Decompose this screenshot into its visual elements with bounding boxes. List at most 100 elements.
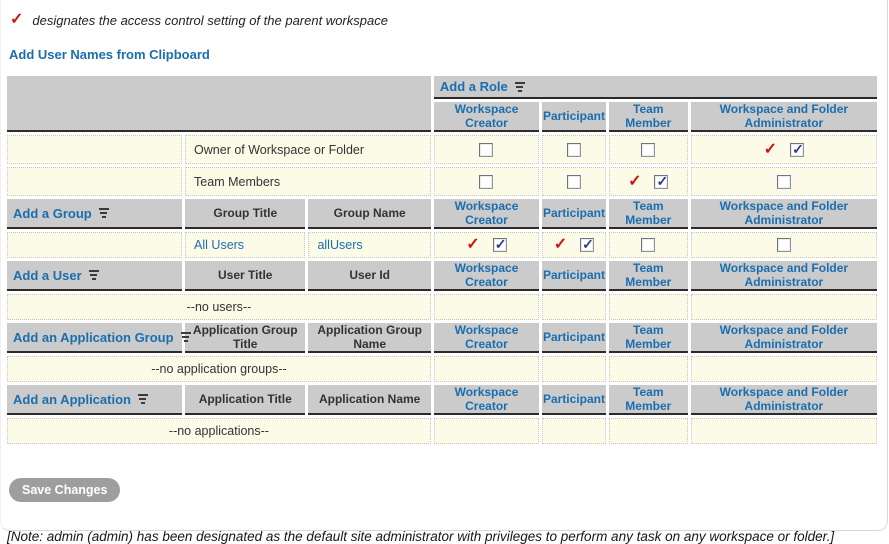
owner-team-member-checkbox[interactable] [641,143,655,157]
add-role-button[interactable]: Add a Role [434,79,877,94]
group-title-link[interactable]: All Users [185,232,305,258]
empty-cell [434,294,539,320]
column-header-team-member[interactable]: Team Member [609,261,688,291]
column-header-team-member[interactable]: Team Member [609,199,688,229]
owner-workspace-creator-cell [434,135,539,164]
add-user-label: Add a User [13,268,82,283]
empty-cell [691,356,877,382]
empty-cell [609,356,688,382]
add-user-button[interactable]: Add a User [7,268,182,283]
all-users-row: All Users allUsers ✓ ✓ [7,232,877,258]
column-header-workspace-folder-admin[interactable]: Workspace and Folder Administrator [691,323,877,353]
empty-cell [434,356,539,382]
column-header-participant[interactable]: Participant [542,102,606,132]
parent-check-icon: ✓ [466,237,479,253]
column-header-team-member[interactable]: Team Member [609,102,688,132]
team-participant-cell [542,167,606,196]
column-header-workspace-folder-admin[interactable]: Workspace and Folder Administrator [691,199,877,229]
no-app-groups-row: --no application groups-- [7,356,877,382]
column-header-team-member[interactable]: Team Member [609,323,688,353]
app-group-title-header: Application Group Title [185,323,305,353]
no-applications-row: --no applications-- [7,418,877,444]
admin-note: [Note: admin (admin) has been designated… [7,529,887,544]
app-group-header-row: Add an Application Group Application Gro… [7,323,877,353]
owner-wf-admin-checkbox[interactable] [790,143,804,157]
allusers-participant-checkbox[interactable] [580,238,594,252]
no-users-text: --no users-- [7,294,431,320]
allusers-workspace-creator-cell: ✓ [434,232,539,258]
add-application-group-button[interactable]: Add an Application Group [7,330,182,345]
column-header-workspace-creator[interactable]: Workspace Creator [434,199,539,229]
add-application-group-label: Add an Application Group [13,330,174,345]
filter-icon [515,82,525,92]
allusers-workspace-creator-checkbox[interactable] [493,238,507,252]
parent-check-icon: ✓ [628,174,641,190]
group-name-header: Group Name [308,199,430,229]
column-header-workspace-creator[interactable]: Workspace Creator [434,323,539,353]
add-app-group-cell: Add an Application Group [7,323,182,353]
empty-cell [7,232,182,258]
owner-team-member-cell [609,135,688,164]
empty-cell [7,167,182,196]
role-header-row: Add a Role [7,76,877,99]
column-header-workspace-folder-admin[interactable]: Workspace and Folder Administrator [691,102,877,132]
add-group-label: Add a Group [13,206,92,221]
save-changes-button[interactable]: Save Changes [9,478,120,502]
column-header-workspace-creator[interactable]: Workspace Creator [434,102,539,132]
column-header-participant[interactable]: Participant [542,199,606,229]
column-header-workspace-creator[interactable]: Workspace Creator [434,261,539,291]
column-header-workspace-folder-admin[interactable]: Workspace and Folder Administrator [691,261,877,291]
team-wf-admin-cell [691,167,877,196]
team-members-row: Team Members ✓ [7,167,877,196]
add-application-button[interactable]: Add an Application [7,392,182,407]
no-application-groups-text: --no application groups-- [7,356,431,382]
empty-cell [434,418,539,444]
add-user-cell: Add a User [7,261,182,291]
user-id-header: User Id [308,261,430,291]
allusers-wf-admin-checkbox[interactable] [777,238,791,252]
allusers-team-member-cell [609,232,688,258]
owner-workspace-creator-checkbox[interactable] [479,143,493,157]
owner-participant-checkbox[interactable] [567,143,581,157]
no-applications-text: --no applications-- [7,418,431,444]
owner-wf-admin-cell: ✓ [691,135,877,164]
empty-cell [542,294,606,320]
parent-setting-legend: ✓ designates the access control setting … [1,0,887,28]
team-team-member-checkbox[interactable] [654,175,668,189]
column-header-workspace-folder-admin[interactable]: Workspace and Folder Administrator [691,385,877,415]
legend-text: designates the access control setting of… [32,13,388,28]
team-participant-checkbox[interactable] [567,175,581,189]
add-group-cell: Add a Group [7,199,182,229]
empty-cell [7,135,182,164]
allusers-team-member-checkbox[interactable] [641,238,655,252]
access-control-panel: ✓ designates the access control setting … [0,0,888,531]
filter-icon [181,332,191,342]
column-header-workspace-creator[interactable]: Workspace Creator [434,385,539,415]
column-header-participant[interactable]: Participant [542,385,606,415]
red-check-icon: ✓ [10,12,23,28]
application-name-header: Application Name [308,385,430,415]
owner-participant-cell [542,135,606,164]
empty-cell [542,356,606,382]
add-user-names-from-clipboard-link[interactable]: Add User Names from Clipboard [9,47,210,62]
empty-cell [609,418,688,444]
column-header-participant[interactable]: Participant [542,323,606,353]
app-group-name-header: Application Group Name [308,323,430,353]
allusers-wf-admin-cell [691,232,877,258]
empty-cell [691,294,877,320]
group-name-link[interactable]: allUsers [308,232,430,258]
team-wf-admin-checkbox[interactable] [777,175,791,189]
empty-cell [691,418,877,444]
team-members-row-label: Team Members [185,167,431,196]
filter-icon [89,270,99,280]
column-header-team-member[interactable]: Team Member [609,385,688,415]
column-header-participant[interactable]: Participant [542,261,606,291]
team-workspace-creator-checkbox[interactable] [479,175,493,189]
add-application-label: Add an Application [13,392,131,407]
add-role-cell: Add a Role [434,76,877,99]
access-control-table: Add a Role Workspace Creator Participant… [4,73,880,447]
allusers-participant-cell: ✓ [542,232,606,258]
filter-icon [138,394,148,404]
add-role-label: Add a Role [440,79,508,94]
add-group-button[interactable]: Add a Group [7,206,182,221]
